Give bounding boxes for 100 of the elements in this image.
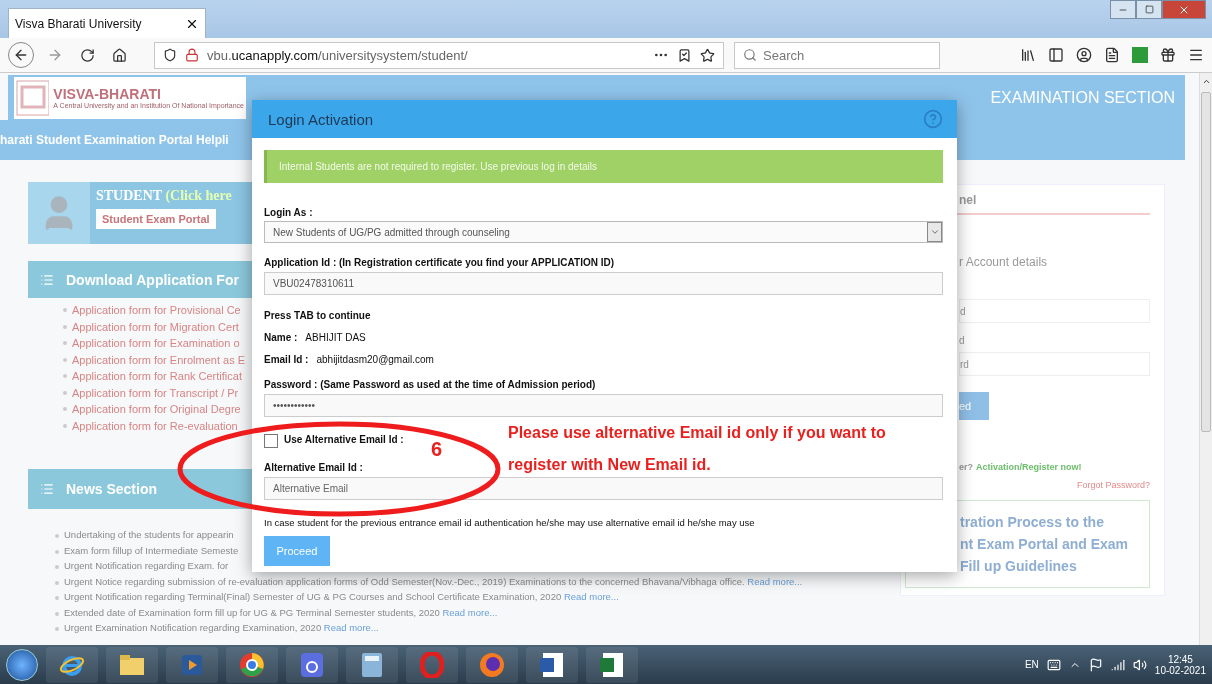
address-bar[interactable]: vbu.ucanapply.com/universitysystem/student/	[154, 41, 724, 69]
download-link[interactable]: Application form for Rank Certificat	[72, 368, 242, 385]
field-label: Login As :	[264, 207, 313, 218]
step-number: 6	[431, 438, 443, 461]
document-app-icon[interactable]	[526, 646, 578, 683]
read-more-link[interactable]: Read more...	[442, 606, 498, 618]
download-link[interactable]: Application form for Enrolment as E	[72, 351, 246, 368]
checkbox-label: Use Alternative Email Id :	[284, 434, 404, 445]
news-item: Urgent Notice regarding submission of re-evaluation application forms of Odd Semester(Nov.-Dec., 2019) Examinations to the concerned Bhavana/Vibhaga office. Read more...	[64, 574, 803, 589]
section-title: EXAMINATION SECTION	[990, 88, 1175, 107]
maximize-icon	[1144, 5, 1154, 14]
bullet-icon	[63, 324, 67, 329]
round-browser-icon[interactable]	[226, 646, 278, 683]
bullet-icon	[63, 423, 67, 428]
start-button[interactable]	[6, 648, 38, 681]
shield-icon	[163, 48, 177, 62]
note-text: In case student for the previous entrance email id authentication he/she may use alternative email id he/she may use	[264, 517, 756, 528]
bullet-icon	[55, 596, 59, 600]
maximize-button[interactable]	[1136, 0, 1162, 19]
field-label: Password : (Same Password as used at the time of Admission period)	[264, 379, 596, 390]
field-label: Email Id :	[264, 354, 309, 365]
document-icon[interactable]	[1104, 47, 1120, 63]
guidelines-text: Fill up Guidelines	[960, 557, 1078, 576]
checkbox[interactable]	[264, 434, 278, 448]
news-item: Urgent Notification regarding Terminal(Final) Semester of UG & PG Courses and School Certificate Examination, 2020 Read more...	[64, 590, 619, 604]
library-icon[interactable]	[1020, 47, 1036, 63]
bookmark-icon[interactable]	[677, 47, 692, 63]
flag-icon[interactable]	[1088, 657, 1103, 672]
download-link[interactable]: Application form for Examination o	[72, 335, 240, 352]
spreadsheet-app-icon[interactable]	[586, 646, 638, 683]
bullet-icon	[55, 534, 59, 538]
bullet-icon	[55, 611, 59, 616]
search-field[interactable]: Search	[734, 41, 940, 69]
bullet-icon	[55, 627, 59, 631]
bullet-icon	[55, 565, 59, 569]
scroll-up-icon[interactable]	[1201, 77, 1211, 86]
field-label: Name :	[264, 332, 298, 343]
clock[interactable]: 12:45 10-02-2021	[1154, 653, 1206, 676]
bullet-icon	[63, 374, 67, 379]
panel-title: nel	[959, 193, 978, 209]
download-link[interactable]: Application form for Re-evaluation	[72, 417, 238, 434]
fox-browser-icon[interactable]	[466, 646, 518, 683]
login-type-select[interactable]: New Students of UG/PG admitted through counseling	[264, 221, 943, 243]
news-item: Urgent Examination Notification regarding Examination, 2020 Read more...	[64, 621, 379, 635]
input-field[interactable]: rd	[959, 352, 1150, 376]
lock-icon	[185, 48, 199, 62]
bullet-icon	[55, 580, 59, 585]
read-more-link[interactable]: Read more...	[563, 591, 619, 602]
news-item: Extended date of Examination form fill up for UG & PG Terminal Semester students, 2020 Read more...	[64, 605, 498, 620]
search-icon	[743, 48, 757, 62]
menu-icon[interactable]	[1188, 47, 1204, 63]
bullet-icon	[63, 407, 67, 412]
forgot-password-link[interactable]: Forgot Password?	[1076, 480, 1150, 490]
panel-subtitle: r Account details	[959, 255, 1049, 269]
register-link[interactable]: Activation/Register now!	[976, 462, 1082, 472]
download-link[interactable]: Application form for Original Degre	[72, 401, 241, 418]
bullet-icon	[63, 390, 67, 395]
list-icon	[40, 482, 54, 496]
read-more-link[interactable]: Read more...	[747, 575, 803, 587]
input-field[interactable]: VBU02478310611	[264, 272, 943, 295]
read-more-link[interactable]: Read more...	[323, 622, 379, 633]
info-alert: Internal Students are not required to register. Use previous log in details	[264, 150, 943, 183]
bullet-icon	[55, 549, 59, 554]
browser-tab[interactable]: Visva Bharati University	[8, 8, 206, 38]
guidelines-text: tration Process to the	[960, 513, 1105, 532]
news-item: Exam form fillup of Intermediate Semeste	[64, 543, 239, 558]
scrollbar-thumb[interactable]	[1201, 92, 1211, 432]
submit-button[interactable]: ed	[959, 392, 989, 420]
field-value: abhijitdasm20@gmail.com	[316, 354, 434, 365]
card-title: STUDENT (Click here	[96, 188, 232, 204]
account-icon[interactable]	[1076, 47, 1092, 63]
volume-icon[interactable]	[1132, 657, 1147, 672]
calculator-icon[interactable]	[346, 646, 398, 683]
bullet-icon	[63, 308, 67, 313]
language-indicator[interactable]: EN	[1024, 659, 1039, 670]
download-link[interactable]: Application form for Transcript / Pr	[72, 384, 239, 401]
news-item: Urgent Notification regarding Exam. for	[64, 559, 229, 573]
field-label: d	[959, 335, 966, 346]
keyboard-icon[interactable]	[1046, 657, 1061, 672]
bullet-icon	[63, 357, 67, 362]
caret-icon	[927, 222, 942, 242]
proceed-button[interactable]: Proceed	[264, 536, 330, 566]
input-field[interactable]: ••••••••••••	[264, 394, 943, 417]
minimize-button[interactable]	[1110, 0, 1136, 19]
logo-title: VISVA-BHARATI	[53, 86, 162, 102]
browser-e-icon[interactable]	[46, 646, 98, 683]
signal-icon[interactable]	[1110, 657, 1125, 672]
helpline-banner-text: harati Student Examination Portal Helpli	[0, 133, 229, 147]
download-link[interactable]: Application form for Provisional Ce	[72, 302, 241, 319]
hint-text: Press TAB to continue	[264, 310, 371, 321]
gift-icon[interactable]	[1160, 47, 1176, 63]
field-value: ABHIJIT DAS	[305, 332, 366, 343]
input-field[interactable]: d	[959, 299, 1150, 323]
bullet-icon	[63, 341, 67, 346]
portal-button[interactable]: Student Exam Portal	[96, 209, 216, 229]
sidebar-icon[interactable]	[1048, 47, 1064, 63]
download-link[interactable]: Application form for Migration Cert	[72, 318, 239, 335]
star-icon[interactable]	[700, 47, 715, 63]
folder-icon[interactable]	[106, 646, 158, 683]
input-field[interactable]: Alternative Email	[264, 477, 943, 500]
